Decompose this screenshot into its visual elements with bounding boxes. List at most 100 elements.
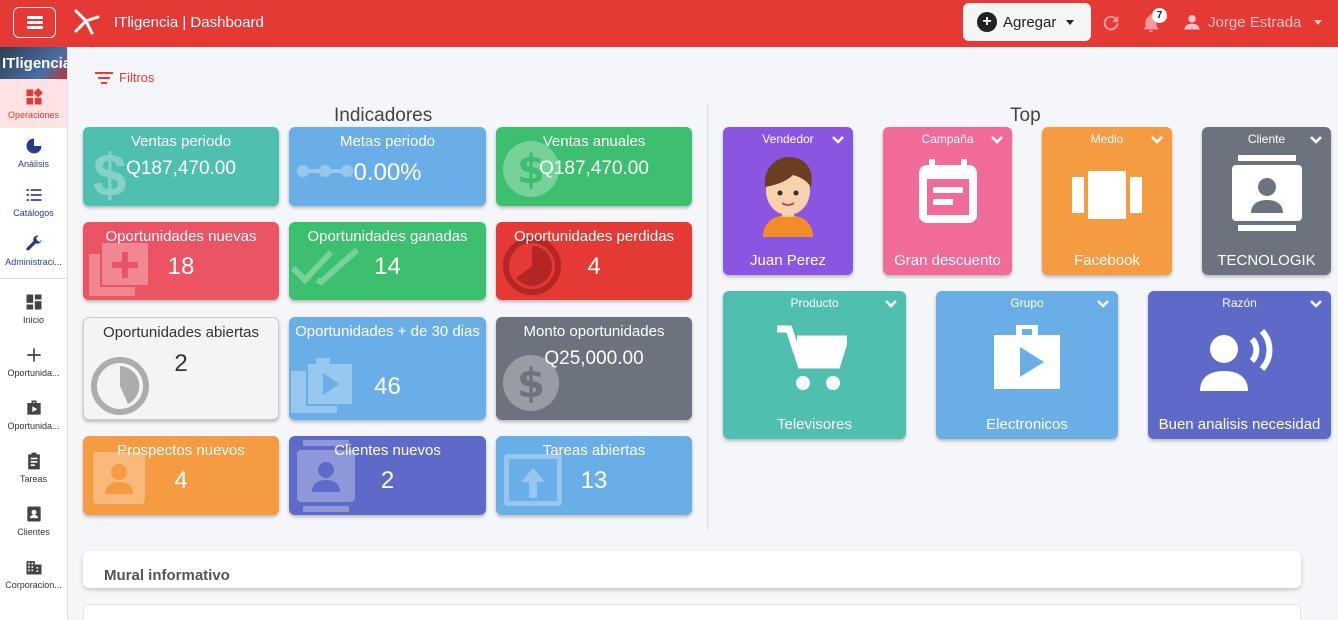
- indicator-value: 14: [374, 253, 401, 280]
- contact-book-icon: [1232, 155, 1302, 231]
- chevron-down-icon[interactable]: [884, 297, 898, 311]
- indicator-card-prospectos-nuevos[interactable]: Prospectos nuevos 4: [83, 436, 279, 515]
- indicator-title: Clientes nuevos: [334, 442, 441, 459]
- top-card-label: Facebook: [1074, 252, 1140, 269]
- top-card-producto[interactable]: Producto Televisores: [723, 291, 906, 439]
- sidebar-item-label: Administraci...: [5, 257, 62, 267]
- dashboard-icon: [26, 88, 43, 105]
- indicator-card-oportunidades-ganadas[interactable]: Oportunidades ganadas 14: [289, 222, 486, 300]
- top-card-razon[interactable]: Razón Buen analisis necesidad: [1148, 291, 1331, 439]
- menu-toggle-button[interactable]: [13, 7, 56, 38]
- list-icon: [26, 189, 41, 201]
- wrench-icon: [25, 235, 42, 251]
- top-card-medio[interactable]: Medio Facebook: [1042, 127, 1172, 275]
- indicator-card-oportunidades-abiertas[interactable]: Oportunidades abiertas 2: [83, 317, 279, 420]
- indicator-title: Tareas abiertas: [542, 442, 646, 459]
- sidebar-item-label: Clientes: [17, 527, 50, 537]
- sidebar-item-operaciones[interactable]: Operaciones: [0, 79, 67, 128]
- chevron-down-icon[interactable]: [831, 133, 845, 147]
- sidebar-item-catalogos[interactable]: Catálogos: [0, 177, 67, 226]
- sidebar-item-analisis[interactable]: Análisis: [0, 128, 67, 177]
- top-navbar: ITligencia | Dashboard + Agregar 7 Jorge…: [0, 0, 1338, 47]
- sidebar-item-clientes[interactable]: Clientes: [0, 494, 67, 547]
- sidebar-item-corporaciones[interactable]: Corporacion...: [0, 547, 67, 600]
- indicator-card-oportunidades-30-dias[interactable]: Oportunidades + de 30 dias 46: [289, 317, 486, 420]
- indicator-value: 2: [380, 467, 395, 494]
- sidebar-brand: ITligencia: [0, 47, 67, 79]
- indicator-title: Oportunidades ganadas: [307, 228, 468, 245]
- chevron-down-icon[interactable]: [1096, 297, 1110, 311]
- content-panel: [83, 604, 1301, 620]
- user-icon[interactable]: [1182, 12, 1202, 32]
- hamburger-icon: [26, 14, 43, 31]
- sidebar-item-inicio[interactable]: Inicio: [0, 282, 67, 335]
- mural-title: Mural informativo: [104, 567, 230, 584]
- indicator-card-ventas-periodo[interactable]: $ Ventas periodo Q187,470.00: [83, 127, 279, 206]
- indicators-title: Indicadores: [334, 105, 433, 126]
- plus-circle-icon: +: [977, 12, 997, 32]
- indicator-card-metas-periodo[interactable]: Metas periodo 0.00%: [289, 127, 486, 206]
- chevron-down-icon[interactable]: [1309, 133, 1323, 147]
- shopping-cart-icon: [777, 325, 847, 390]
- top-card-header: Grupo: [1010, 296, 1044, 310]
- sidebar-item-label: Catálogos: [13, 208, 54, 218]
- sidebar-item-oportunidades[interactable]: Oportunida...: [0, 388, 67, 441]
- top-card-vendedor[interactable]: Vendedor Juan Perez: [723, 127, 853, 275]
- top-card-cliente[interactable]: Cliente TECNOLOGIK: [1202, 127, 1331, 275]
- indicator-value: 4: [174, 467, 188, 494]
- user-menu-name[interactable]: Jorge Estrada: [1208, 14, 1301, 31]
- voice-speaking-icon: [1200, 329, 1273, 391]
- indicator-value: Q187,470.00: [539, 158, 649, 179]
- add-button[interactable]: + Agregar: [963, 3, 1091, 41]
- chevron-down-icon[interactable]: [990, 133, 1004, 147]
- sidebar-item-label: Análisis: [17, 159, 49, 169]
- sidebar-divider: [0, 278, 67, 279]
- indicator-title: Metas periodo: [339, 133, 436, 150]
- user-caret-icon[interactable]: [1314, 20, 1322, 25]
- indicator-title: Oportunidades abiertas: [103, 324, 259, 341]
- sidebar-item-label: Tareas: [19, 474, 47, 484]
- indicator-card-tareas-abiertas[interactable]: Tareas abiertas 13: [496, 436, 692, 515]
- top-card-label: Buen analisis necesidad: [1158, 416, 1321, 433]
- indicator-card-oportunidades-nuevas[interactable]: Oportunidades nuevas 18: [83, 222, 279, 300]
- indicator-card-clientes-nuevos[interactable]: Clientes nuevos 2: [289, 436, 486, 515]
- contact-icon: [26, 506, 41, 522]
- indicator-card-monto-oportunidades[interactable]: $ Monto oportunidades Q25,000.00: [496, 317, 692, 420]
- caret-down-icon: [1066, 19, 1075, 25]
- indicator-value: 13: [580, 467, 608, 494]
- indicator-card-ventas-anuales[interactable]: $ Ventas anuales Q187,470.00: [496, 127, 692, 206]
- filters-label: Filtros: [119, 70, 155, 85]
- sidebar: ITligencia Operaciones Análisis Catálogo…: [0, 47, 68, 620]
- calendar-icon: [919, 159, 977, 223]
- sidebar-item-oportunidades-nueva[interactable]: Oportunida...: [0, 335, 67, 388]
- chevron-down-icon[interactable]: [1150, 133, 1164, 147]
- indicator-card-oportunidades-perdidas[interactable]: Oportunidades perdidas 4: [496, 222, 692, 300]
- person-avatar-icon: [763, 157, 813, 237]
- mural-panel: Mural informativo: [83, 551, 1301, 588]
- indicator-value: 4: [587, 253, 601, 280]
- indicator-title: Monto oportunidades: [523, 323, 665, 340]
- top-card-label: TECNOLOGIK: [1217, 252, 1316, 269]
- indicator-title: Oportunidades + de 30 dias: [295, 323, 480, 340]
- top-card-campana[interactable]: Campaña Gran descuento: [883, 127, 1012, 275]
- chevron-down-icon[interactable]: [1309, 297, 1323, 311]
- top-card-label: Juan Perez: [750, 252, 826, 269]
- section-divider: [707, 104, 708, 530]
- top-card-label: Electronicos: [986, 416, 1068, 433]
- sidebar-item-tareas[interactable]: Tareas: [0, 441, 67, 494]
- add-button-label: Agregar: [1003, 13, 1057, 31]
- top-card-header: Razón: [1222, 296, 1257, 310]
- filters-button[interactable]: Filtros: [95, 70, 154, 85]
- indicator-value: 46: [374, 373, 401, 400]
- sidebar-item-administracion[interactable]: Administraci...: [0, 226, 67, 275]
- plus-icon: [26, 348, 41, 362]
- sidebar-item-label: Operaciones: [7, 110, 60, 120]
- indicator-title: Prospectos nuevos: [117, 442, 245, 459]
- top-card-label: Gran descuento: [894, 252, 1001, 269]
- app-logo-icon: [74, 9, 100, 35]
- carousel-icon: [1072, 171, 1142, 219]
- top-card-grupo[interactable]: Grupo Electronicos: [936, 291, 1118, 439]
- refresh-icon[interactable]: [1100, 12, 1122, 34]
- sidebar-item-label: Oportunida...: [7, 368, 60, 378]
- indicator-title: Ventas periodo: [130, 133, 232, 150]
